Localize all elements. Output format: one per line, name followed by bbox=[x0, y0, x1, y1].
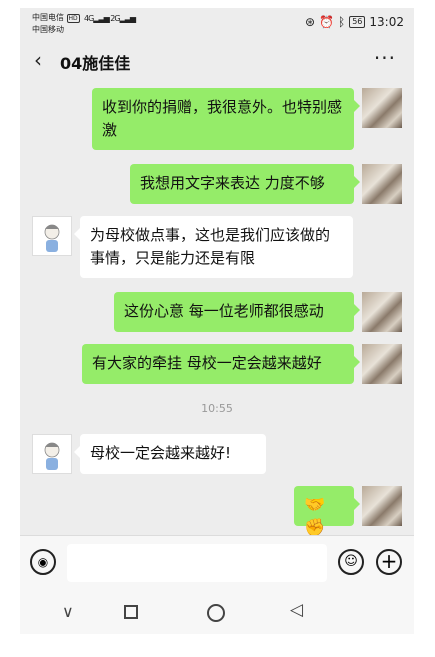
cartoon-avatar-icon bbox=[44, 224, 60, 252]
message-bubble-self[interactable]: 🤝✊ bbox=[294, 486, 360, 538]
circle-home-icon[interactable] bbox=[207, 604, 225, 622]
message-input[interactable] bbox=[67, 544, 327, 582]
self-avatar[interactable] bbox=[362, 344, 402, 384]
carrier-2: 中国移动 bbox=[32, 25, 64, 34]
message-timestamp: 10:55 bbox=[201, 402, 233, 415]
battery-icon: 56 bbox=[349, 16, 366, 28]
plus-icon[interactable]: + bbox=[376, 549, 402, 575]
input-bar: ◉ ☺ + bbox=[20, 535, 414, 592]
triangle-back-icon[interactable]: ◁ bbox=[290, 600, 303, 620]
square-recent-icon[interactable] bbox=[124, 605, 138, 619]
clock: 13:02 bbox=[369, 15, 404, 29]
self-avatar[interactable] bbox=[362, 164, 402, 204]
hd-badge: HD bbox=[66, 14, 80, 23]
status-bar: 中国电信 HD 中国移动 4G▂▃▅ 2G▂▃▅ ⊛ ⏰ ᛒ 56 13:02 bbox=[20, 8, 414, 38]
status-right: ⊛ ⏰ ᛒ 56 13:02 bbox=[305, 15, 404, 29]
contact-avatar[interactable] bbox=[32, 434, 72, 474]
message-bubble-self[interactable]: 我想用文字来表达 力度不够 bbox=[130, 164, 360, 204]
message-bubble-self[interactable]: 有大家的牵挂 母校一定会越来越好 bbox=[82, 344, 360, 384]
message-bubble-self[interactable]: 收到你的捐赠，我很意外。也特别感激 bbox=[92, 88, 360, 150]
chat-screen: 中国电信 HD 中国移动 4G▂▃▅ 2G▂▃▅ ⊛ ⏰ ᛒ 56 13:02 … bbox=[20, 8, 414, 634]
system-nav-bar: ∨ ◁ bbox=[20, 592, 414, 634]
message-bubble-self[interactable]: 这份心意 每一位老师都很感动 bbox=[114, 292, 360, 332]
title-bar: ‹ 04施佳佳 ··· bbox=[20, 40, 414, 80]
more-options-icon[interactable]: ··· bbox=[374, 46, 396, 70]
handshake-fist-emoji: 🤝✊ bbox=[304, 495, 326, 538]
back-chevron-icon[interactable]: ‹ bbox=[34, 48, 42, 72]
alarm-icon: ⏰ bbox=[319, 15, 335, 29]
message-list[interactable]: 收到你的捐赠，我很意外。也特别感激 我想用文字来表达 力度不够 为母校做点事，这… bbox=[20, 80, 414, 538]
chevron-down-icon[interactable]: ∨ bbox=[62, 602, 74, 621]
cartoon-avatar-icon bbox=[44, 442, 60, 470]
nfc-icon: ⊛ bbox=[305, 15, 316, 29]
self-avatar[interactable] bbox=[362, 88, 402, 128]
contact-name: 04施佳佳 bbox=[60, 54, 131, 73]
voice-icon[interactable]: ◉ bbox=[30, 549, 56, 575]
message-bubble-other[interactable]: 为母校做点事，这也是我们应该做的事情，只是能力还是有限 bbox=[74, 216, 353, 278]
carrier-info: 中国电信 HD 中国移动 bbox=[32, 12, 80, 35]
carrier-1: 中国电信 bbox=[32, 13, 64, 22]
bluetooth-icon: ᛒ bbox=[338, 15, 346, 29]
message-bubble-other[interactable]: 母校一定会越来越好! bbox=[74, 434, 266, 474]
contact-avatar[interactable] bbox=[32, 216, 72, 256]
self-avatar[interactable] bbox=[362, 292, 402, 332]
emoji-icon[interactable]: ☺ bbox=[338, 549, 364, 575]
signal-icons: 4G▂▃▅ 2G▂▃▅ bbox=[84, 14, 136, 23]
self-avatar[interactable] bbox=[362, 486, 402, 526]
